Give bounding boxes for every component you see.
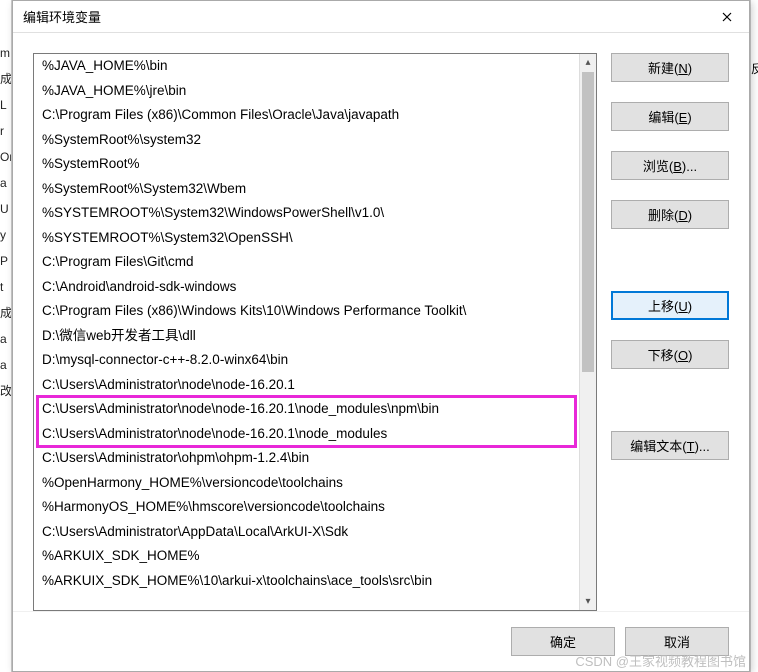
titlebar: 编辑环境变量 [13,1,749,33]
list-item[interactable]: %SYSTEMROOT%\System32\OpenSSH\ [34,226,579,251]
dialog-body: %JAVA_HOME%\bin%JAVA_HOME%\jre\binC:\Pro… [13,33,749,611]
list-item[interactable]: C:\Users\Administrator\node\node-16.20.1… [34,422,579,447]
window-title: 编辑环境变量 [23,7,705,26]
list-item[interactable]: %SYSTEMROOT%\System32\WindowsPowerShell\… [34,201,579,226]
list-item[interactable]: C:\Program Files (x86)\Windows Kits\10\W… [34,299,579,324]
list-item[interactable]: %SystemRoot%\System32\Wbem [34,177,579,202]
background-right-slice: 反 [750,0,758,672]
dialog-footer: 确定 取消 [13,611,749,671]
list-item[interactable]: %JAVA_HOME%\jre\bin [34,79,579,104]
delete-button[interactable]: 删除(D) [611,200,729,229]
cancel-button[interactable]: 取消 [625,627,729,656]
list-item[interactable]: %SystemRoot%\system32 [34,128,579,153]
move-down-button[interactable]: 下移(O) [611,340,729,369]
list-item[interactable]: %OpenHarmony_HOME%\versioncode\toolchain… [34,471,579,496]
list-item[interactable]: C:\Program Files\Git\cmd [34,250,579,275]
path-listbox[interactable]: %JAVA_HOME%\bin%JAVA_HOME%\jre\binC:\Pro… [33,53,597,611]
edit-env-dialog: 编辑环境变量 %JAVA_HOME%\bin%JAVA_HOME%\jre\bi… [12,0,750,672]
edit-text-button[interactable]: 编辑文本(T)... [611,431,729,460]
close-icon [722,12,732,22]
scroll-up-icon[interactable]: ▴ [580,54,596,71]
move-up-button[interactable]: 上移(U) [611,291,729,320]
list-item[interactable]: %SystemRoot% [34,152,579,177]
list-item[interactable]: D:\mysql-connector-c++-8.2.0-winx64\bin [34,348,579,373]
background-left-slice: m成LrOraUyPt成aa改 [0,0,12,672]
list-item[interactable]: %ARKUIX_SDK_HOME%\10\arkui-x\toolchains\… [34,569,579,594]
edit-button[interactable]: 编辑(E) [611,102,729,131]
scroll-thumb[interactable] [582,72,594,372]
new-button[interactable]: 新建(N) [611,53,729,82]
list-item[interactable]: %ARKUIX_SDK_HOME% [34,544,579,569]
list-item[interactable]: C:\Users\Administrator\node\node-16.20.1 [34,373,579,398]
scroll-down-icon[interactable]: ▾ [580,593,596,610]
list-item[interactable]: %JAVA_HOME%\bin [34,54,579,79]
list-item[interactable]: C:\Users\Administrator\AppData\Local\Ark… [34,520,579,545]
list-item[interactable]: C:\Android\android-sdk-windows [34,275,579,300]
list-item[interactable]: C:\Program Files (x86)\Common Files\Orac… [34,103,579,128]
list-item[interactable]: D:\微信web开发者工具\dll [34,324,579,349]
close-button[interactable] [705,1,749,33]
scrollbar[interactable]: ▴ ▾ [579,54,596,610]
list-item[interactable]: C:\Users\Administrator\ohpm\ohpm-1.2.4\b… [34,446,579,471]
list-item[interactable]: C:\Users\Administrator\node\node-16.20.1… [34,397,579,422]
button-column: 新建(N) 编辑(E) 浏览(B)... 删除(D) 上移(U) 下移(O) 编… [611,53,729,611]
ok-button[interactable]: 确定 [511,627,615,656]
list-item[interactable]: %HarmonyOS_HOME%\hmscore\versioncode\too… [34,495,579,520]
browse-button[interactable]: 浏览(B)... [611,151,729,180]
